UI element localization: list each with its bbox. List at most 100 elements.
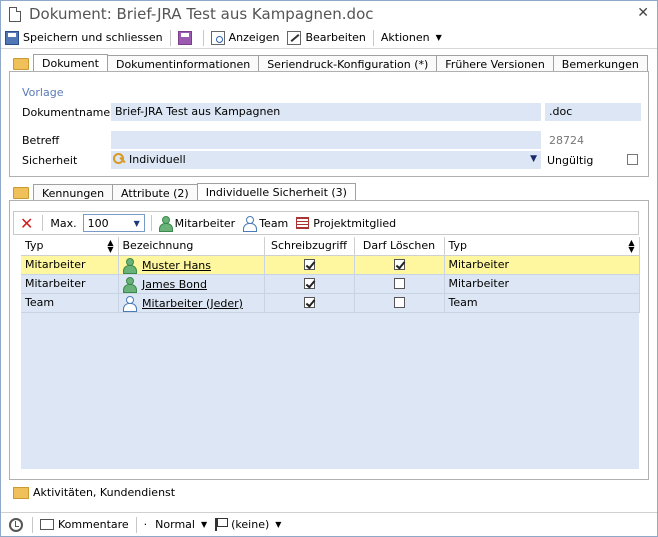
priority-dot-icon: · bbox=[143, 518, 148, 531]
name-link[interactable]: Mitarbeiter (Jeder) bbox=[142, 297, 243, 310]
save-icon bbox=[177, 30, 192, 45]
security-table-area: Typ ▲ ▼ Bezeichnung Schreibzugriff Darf Lö… bbox=[21, 237, 640, 469]
add-employee-label: Mitarbeiter bbox=[174, 216, 236, 230]
invalid-checkbox[interactable] bbox=[627, 154, 638, 165]
delete-checkbox[interactable] bbox=[393, 297, 405, 308]
table-row[interactable]: Team Mitarbeiter (Jeder) Team bbox=[21, 293, 640, 313]
flag-select[interactable]: (keine) ▼ bbox=[211, 515, 285, 535]
tab-remarks[interactable]: Bemerkungen bbox=[552, 55, 648, 72]
column-header-write[interactable]: Schreibzugriff bbox=[264, 237, 355, 256]
add-employee-button[interactable]: Mitarbeiter bbox=[155, 213, 240, 233]
view-label: Anzeigen bbox=[228, 31, 280, 44]
comment-icon bbox=[40, 519, 54, 530]
name-link[interactable]: Muster Hans bbox=[142, 259, 211, 272]
activities-section[interactable]: Aktivitäten, Kundendienst bbox=[13, 486, 175, 499]
tab-document[interactable]: Dokument bbox=[33, 54, 108, 72]
grid-toolbar: ✕ Max. 100 ▼ Mitarbeiter Team Projektmit… bbox=[13, 211, 639, 235]
name-link[interactable]: James Bond bbox=[142, 278, 207, 291]
delete-checkbox[interactable] bbox=[393, 259, 405, 270]
actions-label: Aktionen bbox=[380, 31, 430, 44]
cell-type2: Mitarbeiter bbox=[444, 274, 640, 294]
toolbar-divider bbox=[150, 215, 152, 231]
window-title: Dokument: Brief-JRA Test aus Kampagnen.d… bbox=[29, 5, 374, 23]
person-icon bbox=[158, 216, 173, 232]
cell-type: Mitarbeiter bbox=[21, 255, 119, 275]
column-header-delete[interactable]: Darf Löschen bbox=[354, 237, 445, 256]
subject-field[interactable] bbox=[111, 131, 541, 149]
write-checkbox[interactable] bbox=[303, 278, 315, 289]
column-header-type2[interactable]: Typ ▲ ▼ bbox=[444, 237, 640, 256]
add-project-member-button[interactable]: Projektmitglied bbox=[292, 213, 400, 233]
document-name-value: Brief-JRA Test aus Kampagnen bbox=[115, 105, 281, 118]
project-icon bbox=[296, 217, 310, 229]
chevron-down-icon: ▼ bbox=[435, 33, 442, 42]
delete-icon[interactable]: ✕ bbox=[20, 214, 33, 233]
team-icon bbox=[122, 295, 137, 311]
document-name-label: Dokumentname bbox=[22, 106, 111, 119]
tab-mailmerge-config[interactable]: Seriendruck-Konfiguration (*) bbox=[258, 55, 438, 72]
cell-delete bbox=[354, 255, 445, 275]
column-header-name[interactable]: Bezeichnung bbox=[118, 237, 265, 256]
tab-identifiers[interactable]: Kennungen bbox=[33, 184, 114, 201]
priority-value: Normal bbox=[155, 518, 195, 531]
max-value: 100 bbox=[87, 216, 109, 230]
view-button[interactable]: Anzeigen bbox=[207, 28, 284, 48]
max-select[interactable]: 100 ▼ bbox=[82, 214, 145, 232]
folder-icon bbox=[13, 187, 29, 199]
delete-checkbox[interactable] bbox=[393, 278, 405, 289]
cell-delete bbox=[354, 293, 445, 313]
save-close-button[interactable]: Speichern und schliessen bbox=[1, 28, 167, 48]
priority-select[interactable]: · Normal ▼ bbox=[140, 515, 211, 535]
column-header-type[interactable]: Typ ▲ ▼ bbox=[21, 237, 119, 256]
toolbar-divider bbox=[42, 215, 44, 231]
table-row[interactable]: Mitarbeiter Muster Hans Mitarbeiter bbox=[21, 255, 640, 275]
add-team-label: Team bbox=[259, 216, 289, 230]
toolbar-divider bbox=[32, 516, 33, 533]
actions-menu[interactable]: Aktionen ▼ bbox=[377, 28, 446, 48]
table-row[interactable]: Mitarbeiter James Bond Mitarbeiter bbox=[21, 274, 640, 294]
tab-document-info[interactable]: Dokumentinformationen bbox=[106, 55, 260, 72]
detail-tabs: Kennungen Attribute (2) Individuelle Sic… bbox=[9, 183, 356, 201]
security-label: Sicherheit bbox=[22, 154, 78, 167]
save-button[interactable] bbox=[174, 28, 200, 48]
person-icon bbox=[122, 276, 137, 292]
cell-name: Muster Hans bbox=[118, 255, 265, 275]
save-icon bbox=[5, 30, 19, 45]
edit-button[interactable]: Bearbeiten bbox=[283, 28, 369, 48]
cell-name: James Bond bbox=[118, 274, 265, 294]
status-bar: Kommentare · Normal ▼ (keine) ▼ bbox=[1, 512, 657, 536]
toolbar-divider bbox=[372, 29, 374, 46]
cell-write bbox=[264, 255, 355, 275]
sort-icon: ▲ ▼ bbox=[628, 238, 635, 254]
folder-icon bbox=[13, 58, 29, 70]
security-select[interactable]: Individuell ▼ bbox=[111, 151, 541, 169]
title-bar: Dokument: Brief-JRA Test aus Kampagnen.d… bbox=[1, 1, 657, 27]
chevron-down-icon: ▼ bbox=[133, 218, 140, 228]
toolbar-divider bbox=[202, 29, 204, 46]
close-icon[interactable]: ✕ bbox=[637, 5, 649, 21]
add-project-member-label: Projektmitglied bbox=[313, 216, 397, 230]
comments-button[interactable]: Kommentare bbox=[36, 515, 133, 535]
comments-label: Kommentare bbox=[58, 518, 129, 531]
toolbar-divider bbox=[169, 29, 171, 46]
team-icon bbox=[243, 216, 258, 232]
folder-icon bbox=[13, 486, 29, 499]
document-tabs: Dokument Dokumentinformationen Seriendru… bbox=[9, 54, 648, 72]
main-toolbar: Speichern und schliessen Anzeigen Bearbe… bbox=[1, 27, 657, 49]
add-team-button[interactable]: Team bbox=[239, 213, 292, 233]
tab-individual-security[interactable]: Individuelle Sicherheit (3) bbox=[196, 183, 356, 201]
document-id: 28724 bbox=[549, 134, 584, 147]
write-checkbox[interactable] bbox=[303, 259, 315, 270]
chevron-down-icon: ▼ bbox=[200, 520, 208, 529]
cell-type: Team bbox=[21, 293, 119, 313]
tab-attributes[interactable]: Attribute (2) bbox=[112, 184, 198, 201]
edit-label: Bearbeiten bbox=[305, 31, 366, 44]
history-icon[interactable] bbox=[9, 517, 23, 532]
tab-previous-versions[interactable]: Frühere Versionen bbox=[436, 55, 554, 72]
document-name-field[interactable]: Brief-JRA Test aus Kampagnen bbox=[111, 103, 541, 121]
subject-label: Betreff bbox=[22, 134, 60, 147]
document-icon bbox=[9, 6, 21, 22]
activities-label: Aktivitäten, Kundendienst bbox=[33, 486, 176, 499]
cell-delete bbox=[354, 274, 445, 294]
write-checkbox[interactable] bbox=[303, 297, 315, 308]
